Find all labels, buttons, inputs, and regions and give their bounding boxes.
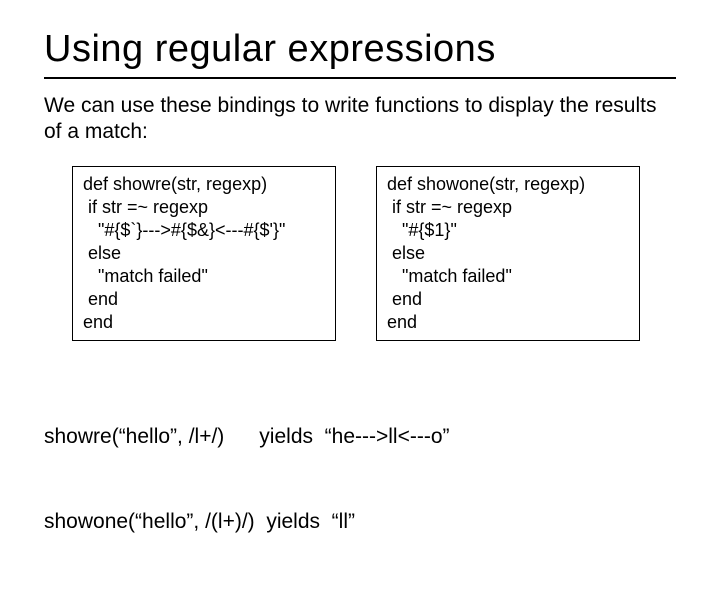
title-divider bbox=[44, 77, 676, 79]
code-row: def showre(str, regexp) if str =~ regexp… bbox=[72, 166, 676, 341]
example-line-2: showone(“hello”, /(l+)/) yields “ll” bbox=[44, 508, 676, 536]
examples: showre(“hello”, /l+/) yields “he--->ll<-… bbox=[44, 367, 676, 593]
intro-text: We can use these bindings to write funct… bbox=[44, 93, 676, 146]
code-box-showre: def showre(str, regexp) if str =~ regexp… bbox=[72, 166, 336, 341]
code-box-showone: def showone(str, regexp) if str =~ regex… bbox=[376, 166, 640, 341]
page-title: Using regular expressions bbox=[44, 28, 676, 71]
slide: Using regular expressions We can use the… bbox=[0, 0, 720, 540]
example-line-1: showre(“hello”, /l+/) yields “he--->ll<-… bbox=[44, 423, 676, 451]
